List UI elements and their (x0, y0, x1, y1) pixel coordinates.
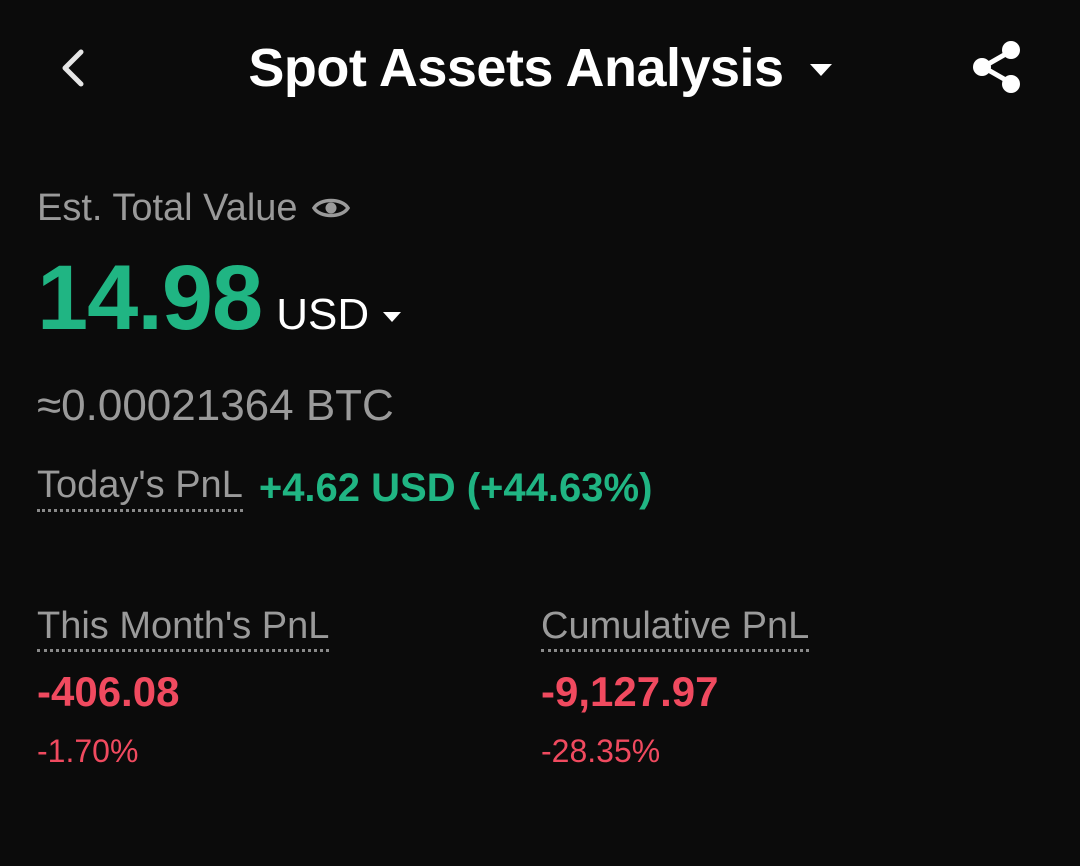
month-pnl-value: -406.08 (37, 668, 180, 715)
cumulative-pnl-percent: -28.35% (541, 733, 661, 769)
today-pnl-value: +4.62 USD (+44.63%) (258, 465, 653, 510)
eye-icon[interactable] (311, 193, 352, 223)
cumulative-pnl-value: -9,127.97 (541, 668, 719, 715)
month-pnl-percent: -1.70% (37, 733, 139, 769)
caret-down-icon (809, 64, 832, 76)
currency-selector[interactable]: USD (276, 290, 402, 340)
title-dropdown[interactable]: Spot Assets Analysis (0, 30, 1080, 106)
month-pnl-block: This Month's PnL -406.08 -1.70% (37, 605, 477, 771)
share-button[interactable] (962, 34, 1032, 100)
cumulative-pnl-block: Cumulative PnL -9,127.97 -28.35% (541, 605, 981, 771)
total-value-label-row: Est. Total Value (37, 183, 352, 233)
total-value-label: Est. Total Value (37, 186, 298, 229)
page-title: Spot Assets Analysis (248, 38, 784, 98)
currency-label: USD (276, 290, 370, 339)
total-value-row: 14.98 USD (37, 247, 402, 349)
month-pnl-label[interactable]: This Month's PnL (37, 605, 330, 652)
header: Spot Assets Analysis (0, 0, 1080, 140)
today-pnl-row: Today's PnL +4.62 USD (+44.63%) (37, 460, 652, 516)
total-value: 14.98 (37, 247, 263, 349)
cumulative-pnl-label[interactable]: Cumulative PnL (541, 605, 810, 652)
caret-down-icon (383, 312, 402, 322)
btc-equivalent: ≈0.00021364 BTC (37, 381, 394, 430)
today-pnl-label[interactable]: Today's PnL (37, 464, 243, 512)
share-icon (973, 41, 1020, 93)
